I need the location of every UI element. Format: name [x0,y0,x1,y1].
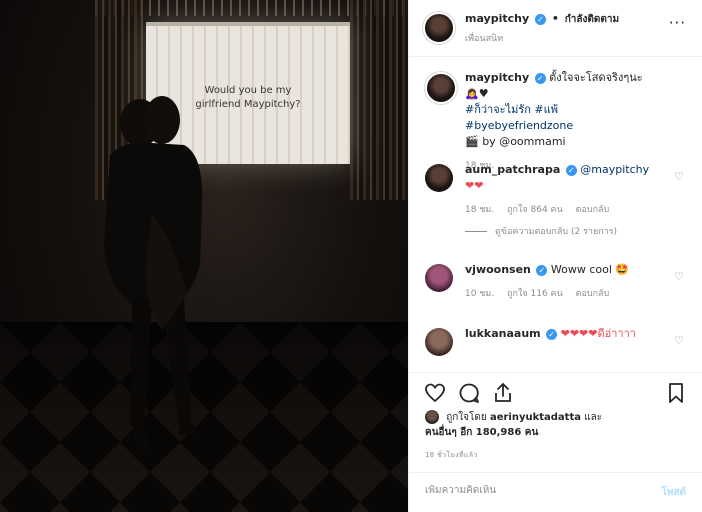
header-title: maypitchy ✓ • กำลังติดตาม [465,12,619,27]
liked-by-and: และ [584,412,603,423]
clapperboard-icon: 🎬 [465,135,479,148]
sequin-wall-right [350,0,408,200]
header-separator: • [551,12,559,25]
caption: maypitchy ✓ ตั้งใจจะโสดจริงๆนะ🙇‍♀️♥ #ก็ว… [409,70,702,171]
comment-like-heart-icon[interactable]: ♡ [674,170,684,183]
comment-meta: 18 ชม. ถูกใจ 864 คน ตอบกลับ [465,202,662,216]
reply-button[interactable]: ตอบกลับ [576,205,610,215]
like-heart-icon[interactable] [423,381,447,405]
comment-like-heart-icon[interactable]: ♡ [674,334,684,347]
comment-time: 18 ชม. [465,205,495,215]
couple-silhouette [104,96,206,457]
share-icon[interactable] [491,381,515,405]
liked-by-others[interactable]: คนอื่นๆ อีก 180,986 คน [425,427,538,438]
comment-username[interactable]: vjwoonsen [465,263,531,276]
view-replies-label: ดูข้อความตอบกลับ (2 รายการ) [495,227,618,237]
comment-body: Woww cool 🤩 [550,263,630,276]
comment-likes[interactable]: ถูกใจ 116 คน [507,289,563,299]
more-options-icon[interactable]: ··· [669,14,686,32]
verified-badge-icon: ✓ [565,164,577,176]
comments-list: maypitchy ✓ ตั้งใจจะโสดจริงๆนะ🙇‍♀️♥ #ก็ว… [409,70,702,366]
bookmark-icon[interactable] [664,381,688,405]
comment-username[interactable]: lukkanaaum [465,327,541,340]
commenter-avatar[interactable] [425,164,453,192]
action-bar [409,372,702,410]
comment-mention[interactable]: @maypitchy [580,163,649,176]
comment-item: aum_patchrapa ✓ @maypitchy ❤❤ 18 ชม. ถูก… [409,162,702,262]
verified-badge-icon: ✓ [536,264,548,276]
replies-line [465,231,487,232]
comment-text: vjwoonsen ✓ Woww cool 🤩 [465,262,662,278]
post-timestamp[interactable]: 18 ชั่วโมงที่แล้ว [425,450,478,461]
header-subtitle: เพื่อนสนิท [465,34,504,44]
reply-button[interactable]: ตอบกลับ [576,289,610,299]
post-header: maypitchy ✓ • กำลังติดตาม เพื่อนสนิท ··· [409,0,702,57]
add-comment-bar: โพสต์ [409,472,702,512]
caption-text: maypitchy ✓ ตั้งใจจะโสดจริงๆนะ🙇‍♀️♥ #ก็ว… [465,70,662,150]
post-comment-button[interactable]: โพสต์ [661,485,686,500]
comment-likes[interactable]: ถูกใจ 864 คน [507,205,563,215]
comment-input[interactable] [425,485,635,496]
comment-meta: 10 ชม. ถูกใจ 116 คน ตอบกลับ [465,286,662,300]
comment-body: ❤❤❤❤ดีอ่าาาา [560,327,636,340]
comment-item: vjwoonsen ✓ Woww cool 🤩 10 ชม. ถูกใจ 116… [409,262,702,326]
liked-by-user[interactable]: aerinyuktadatta [490,412,581,423]
liked-by-prefix: ถูกใจโดย [446,412,487,423]
caption-hashtags[interactable]: #ก็ว่าจะไม่รัก #แพ้ #byebyefriendzone [465,103,573,132]
avatar[interactable] [423,12,455,44]
comment-item: lukkanaaum ✓ ❤❤❤❤ดีอ่าาาา ♡ [409,326,702,366]
liker-avatar[interactable] [425,410,439,424]
view-replies[interactable]: ดูข้อความตอบกลับ (2 รายการ) [465,224,662,238]
commenter-avatar[interactable] [425,264,453,292]
caption-avatar[interactable] [425,72,457,104]
likes-summary: ถูกใจโดย aerinyuktadatta และ คนอื่นๆ อีก… [425,410,686,440]
comment-bubble-icon[interactable] [457,381,481,405]
comment-like-heart-icon[interactable]: ♡ [674,270,684,283]
comment-text: aum_patchrapa ✓ @maypitchy ❤❤ [465,162,662,194]
commenter-avatar[interactable] [425,328,453,356]
post-side-panel: maypitchy ✓ • กำลังติดตาม เพื่อนสนิท ···… [408,0,702,512]
post-photo[interactable]: Would you be my girlfriend Maypitchy? [0,0,408,512]
comment-hearts: ❤❤ [465,179,484,192]
verified-badge-icon: ✓ [546,328,558,340]
comment-time: 10 ชม. [465,289,495,299]
caption-username[interactable]: maypitchy [465,71,529,84]
comment-username[interactable]: aum_patchrapa [465,163,560,176]
comment-text: lukkanaaum ✓ ❤❤❤❤ดีอ่าาาา [465,326,662,342]
caption-credit[interactable]: by @oommami [482,135,565,148]
header-username[interactable]: maypitchy [465,12,529,25]
verified-badge-icon: ✓ [534,72,546,84]
verified-badge-icon: ✓ [535,13,546,25]
following-button[interactable]: กำลังติดตาม [565,14,619,25]
